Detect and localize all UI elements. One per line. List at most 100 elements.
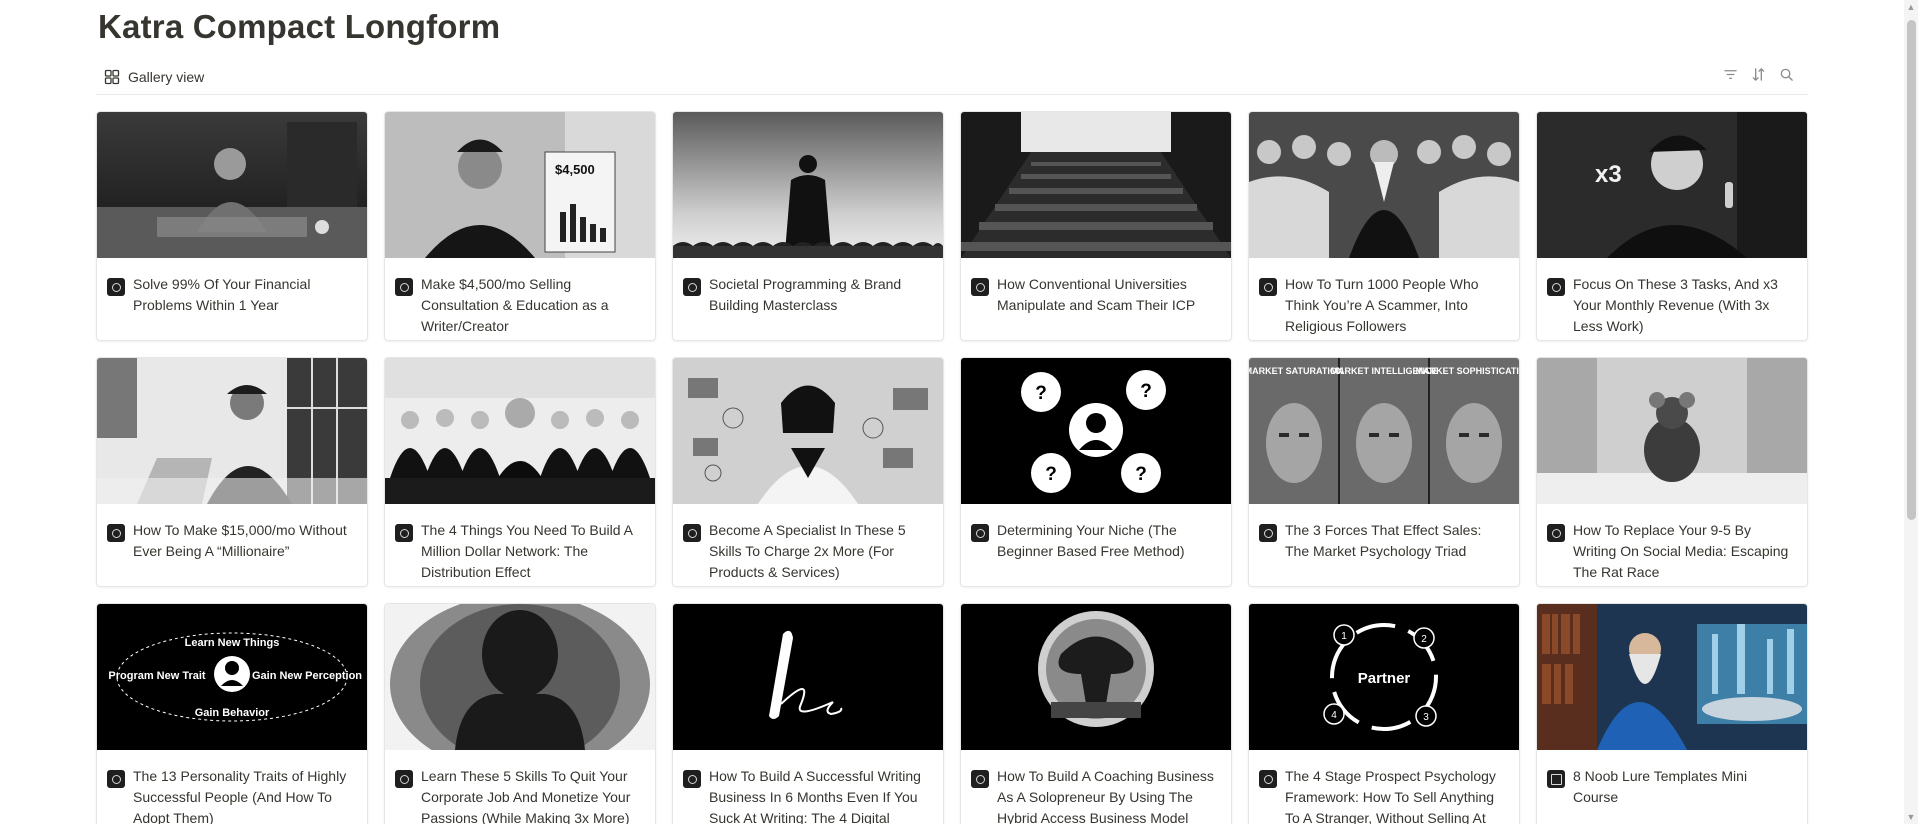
card-title: How To Replace Your 9-5 By Writing On So… (1573, 522, 1789, 580)
card-title: How To Build A Successful Writing Busine… (709, 768, 921, 824)
page-icon (107, 278, 125, 296)
cover-label: 1 (1341, 631, 1347, 642)
gallery-card[interactable]: How To Build A Coaching Business As A So… (960, 603, 1232, 824)
card-cover-image (1537, 604, 1807, 750)
page-icon (971, 524, 989, 542)
cover-text: ? (1035, 383, 1047, 404)
filter-button[interactable] (1722, 66, 1738, 82)
search-button[interactable] (1778, 66, 1794, 82)
cover-label: 3 (1423, 712, 1429, 723)
gallery-grid-icon (104, 69, 120, 85)
card-title: Make $4,500/mo Selling Consultation & Ed… (421, 276, 609, 334)
card-title: The 13 Personality Traits of Highly Succ… (133, 768, 347, 824)
card-title: How Conventional Universities Manipulate… (997, 276, 1196, 313)
card-cover-image: Learn New Things Program New Trait Gain … (97, 604, 367, 750)
cover-text: $4,500 (555, 162, 595, 177)
page-icon (683, 278, 701, 296)
gallery-card[interactable]: How To Make $15,000/mo Without Ever Bein… (96, 357, 368, 587)
gallery-card[interactable]: $4,500 Make $4,500/mo Selling Consultati… (384, 111, 656, 341)
card-cover-image: Partner 1 2 3 4 (1249, 604, 1519, 750)
cover-label: Learn New Things (185, 637, 280, 649)
cover-label: 2 (1421, 634, 1427, 645)
card-cover-image: ? ? ? ? (961, 358, 1231, 504)
view-tools (1722, 66, 1794, 82)
cover-label: Gain New Perception (252, 670, 362, 682)
card-title: Determining Your Niche (The Beginner Bas… (997, 522, 1185, 559)
cover-label: Gain Behavior (195, 707, 270, 719)
card-cover-image (97, 112, 367, 258)
sort-icon (1752, 67, 1764, 81)
gallery-card[interactable]: x3 Focus On These 3 Tasks, And x3 Your M… (1536, 111, 1808, 341)
page-icon (395, 524, 413, 542)
gallery-card[interactable]: How To Turn 1000 People Who Think You’re… (1248, 111, 1520, 341)
gallery-card[interactable]: 8 Noob Lure Templates Mini Course (1536, 603, 1808, 824)
page-title: Katra Compact Longform (98, 8, 501, 45)
page-icon (107, 524, 125, 542)
card-cover-image (1249, 112, 1519, 258)
gallery-card[interactable]: The 4 Things You Need To Build A Million… (384, 357, 656, 587)
card-cover-image (385, 604, 655, 750)
card-cover-image (673, 112, 943, 258)
sort-button[interactable] (1750, 66, 1766, 82)
page-icon (1259, 278, 1277, 296)
gallery-card[interactable]: Learn New Things Program New Trait Gain … (96, 603, 368, 824)
gallery-card[interactable]: Learn These 5 Skills To Quit Your Corpor… (384, 603, 656, 824)
card-title: The 4 Stage Prospect Psychology Framewor… (1285, 768, 1496, 824)
cover-label: Program New Trait (108, 670, 206, 682)
page-icon (395, 278, 413, 296)
search-icon (1780, 68, 1793, 81)
page-icon (107, 770, 125, 788)
card-title: How To Turn 1000 People Who Think You’re… (1285, 276, 1479, 334)
filter-icon (1723, 69, 1737, 79)
cover-label: MARKET SATURATION (1249, 366, 1343, 376)
page-icon (1547, 524, 1565, 542)
scrollbar-thumb[interactable] (1907, 20, 1916, 520)
page-icon (971, 770, 989, 788)
gallery-card[interactable]: Societal Programming & Brand Building Ma… (672, 111, 944, 341)
gallery-card[interactable]: How To Build A Successful Writing Busine… (672, 603, 944, 824)
cover-text: x3 (1595, 161, 1622, 188)
gallery-grid: Solve 99% Of Your Financial Problems Wit… (96, 111, 1808, 824)
card-cover-image: $4,500 (385, 112, 655, 258)
card-title: The 3 Forces That Effect Sales: The Mark… (1285, 522, 1482, 559)
page-icon (1259, 524, 1277, 542)
card-cover-image (961, 604, 1231, 750)
card-title: How To Build A Coaching Business As A So… (997, 768, 1214, 824)
gallery-card[interactable]: Solve 99% Of Your Financial Problems Wit… (96, 111, 368, 341)
page-icon (1259, 770, 1277, 788)
gallery-card[interactable]: Partner 1 2 3 4 The 4 Stage Prospect Psy… (1248, 603, 1520, 824)
gallery-card[interactable]: ? ? ? ? Determining Your Niche (The Begi… (960, 357, 1232, 587)
gallery-card[interactable]: How Conventional Universities Manipulate… (960, 111, 1232, 341)
cover-text: ? (1045, 464, 1057, 485)
gallery-view-label: Gallery view (128, 69, 205, 85)
card-cover-image (97, 358, 367, 504)
scroll-up-arrow-icon[interactable]: ▲ (1906, 2, 1916, 12)
card-title: Societal Programming & Brand Building Ma… (709, 276, 902, 313)
card-cover-image (385, 358, 655, 504)
page: Katra Compact Longform Gallery view Solv… (0, 0, 1920, 824)
card-cover-image (1537, 358, 1807, 504)
gallery-card[interactable]: MARKET SATURATION MARKET INTELLIGENCE MA… (1248, 357, 1520, 587)
page-icon (683, 524, 701, 542)
gallery-card[interactable]: How To Replace Your 9-5 By Writing On So… (1536, 357, 1808, 587)
page-scrollbar[interactable]: ▲ ▼ (1904, 0, 1918, 824)
card-title: How To Make $15,000/mo Without Ever Bein… (133, 522, 347, 559)
page-icon (395, 770, 413, 788)
page-icon (971, 278, 989, 296)
page-icon (683, 770, 701, 788)
card-cover-image (673, 604, 943, 750)
card-cover-image (961, 112, 1231, 258)
scroll-down-arrow-icon[interactable]: ▼ (1906, 812, 1916, 822)
card-title: Become A Specialist In These 5 Skills To… (709, 522, 906, 580)
page-icon (1547, 770, 1565, 788)
page-icon (1547, 278, 1565, 296)
card-title: Solve 99% Of Your Financial Problems Wit… (133, 276, 311, 313)
card-title: Focus On These 3 Tasks, And x3 Your Mont… (1573, 276, 1778, 334)
card-title: Learn These 5 Skills To Quit Your Corpor… (421, 768, 631, 824)
cover-label: MARKET SOPHISTICATION (1416, 366, 1519, 376)
gallery-card[interactable]: Become A Specialist In These 5 Skills To… (672, 357, 944, 587)
gallery-view-tab[interactable]: Gallery view (104, 64, 204, 90)
card-cover-image (673, 358, 943, 504)
card-title: 8 Noob Lure Templates Mini Course (1573, 768, 1748, 805)
view-bar: Gallery view (96, 62, 1808, 95)
